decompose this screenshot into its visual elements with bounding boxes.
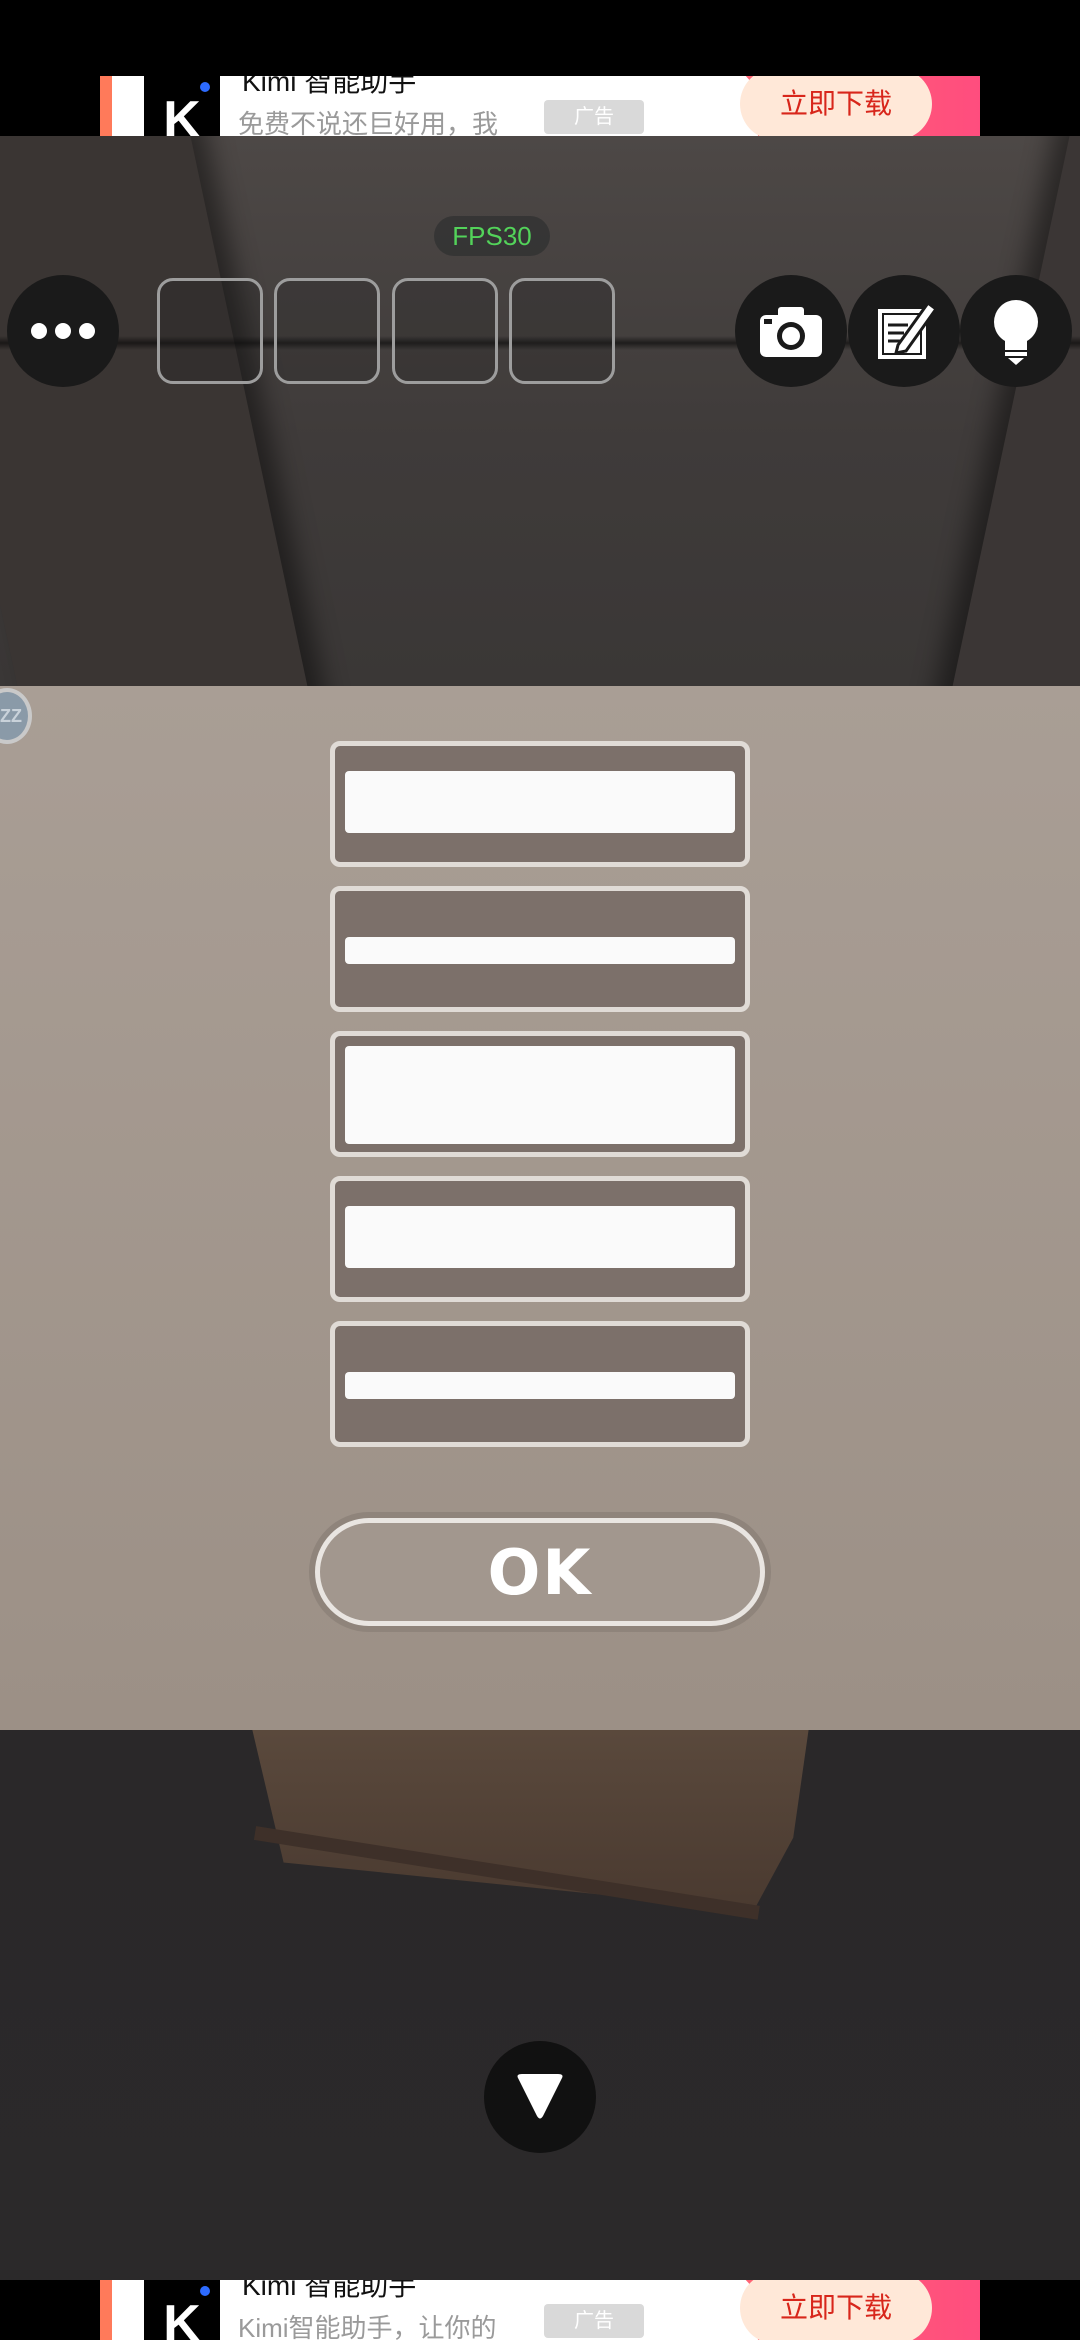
down-arrow-icon	[517, 2074, 563, 2119]
inventory-slot[interactable]	[392, 278, 498, 384]
puzzle-slider-1[interactable]	[330, 741, 750, 867]
puzzle-slider-5[interactable]	[330, 1321, 750, 1447]
camera-button[interactable]	[735, 275, 847, 387]
note-icon	[878, 300, 939, 359]
slider-bar	[345, 1372, 735, 1399]
slider-bar	[345, 1046, 735, 1144]
inventory-slot[interactable]	[509, 278, 615, 384]
inventory-slot[interactable]	[157, 278, 263, 384]
slider-bar	[345, 1206, 735, 1268]
ad-download-button[interactable]: 立即下载	[740, 2280, 932, 2340]
ceiling-beam	[946, 136, 1080, 686]
ok-button[interactable]: OK	[309, 1512, 771, 1632]
puzzle-slider-3[interactable]	[330, 1031, 750, 1157]
slider-bar	[345, 937, 735, 964]
ad-subtitle: Kimi智能助手，让你的	[238, 2313, 497, 2340]
kimi-logo: K	[144, 76, 220, 136]
notes-button[interactable]	[848, 275, 960, 387]
ad-tag: 广告	[544, 2304, 644, 2338]
ceiling-beam	[0, 136, 314, 686]
puzzle-slider-2[interactable]	[330, 886, 750, 1012]
slider-bar	[345, 771, 735, 833]
ad-banner-bottom[interactable]: K Kimi 智能助手 Kimi智能助手，让你的 广告 立即下载	[100, 2280, 980, 2340]
ad-card: K Kimi 智能助手 Kimi智能助手，让你的 广告	[112, 2280, 762, 2340]
ok-label: OK	[487, 1535, 593, 1609]
ad-download-button[interactable]: 立即下载	[740, 76, 932, 136]
lightbulb-icon	[994, 300, 1038, 365]
ad-title: Kimi 智能助手	[242, 2280, 417, 2301]
back-down-button[interactable]	[484, 2041, 596, 2153]
ad-title: Kimi 智能助手	[242, 76, 417, 97]
puzzle-slider-4[interactable]	[330, 1176, 750, 1302]
hint-button[interactable]	[960, 275, 1072, 387]
menu-button[interactable]	[7, 275, 119, 387]
ad-card: K Kimi 智能助手 免费不说还巨好用，我 广告	[112, 76, 762, 136]
ad-banner-top[interactable]: K Kimi 智能助手 免费不说还巨好用，我 广告 立即下载	[100, 76, 980, 136]
fps-counter: FPS30	[434, 216, 550, 256]
game-scene-floor[interactable]	[0, 1730, 1080, 2280]
inventory-slot[interactable]	[274, 278, 380, 384]
ad-subtitle: 免费不说还巨好用，我	[238, 109, 499, 136]
menu-icon	[31, 323, 95, 339]
ad-tag: 广告	[544, 100, 644, 134]
kimi-logo: K	[144, 2280, 220, 2340]
camera-icon	[760, 307, 822, 357]
ok-button-face: OK	[315, 1518, 765, 1626]
